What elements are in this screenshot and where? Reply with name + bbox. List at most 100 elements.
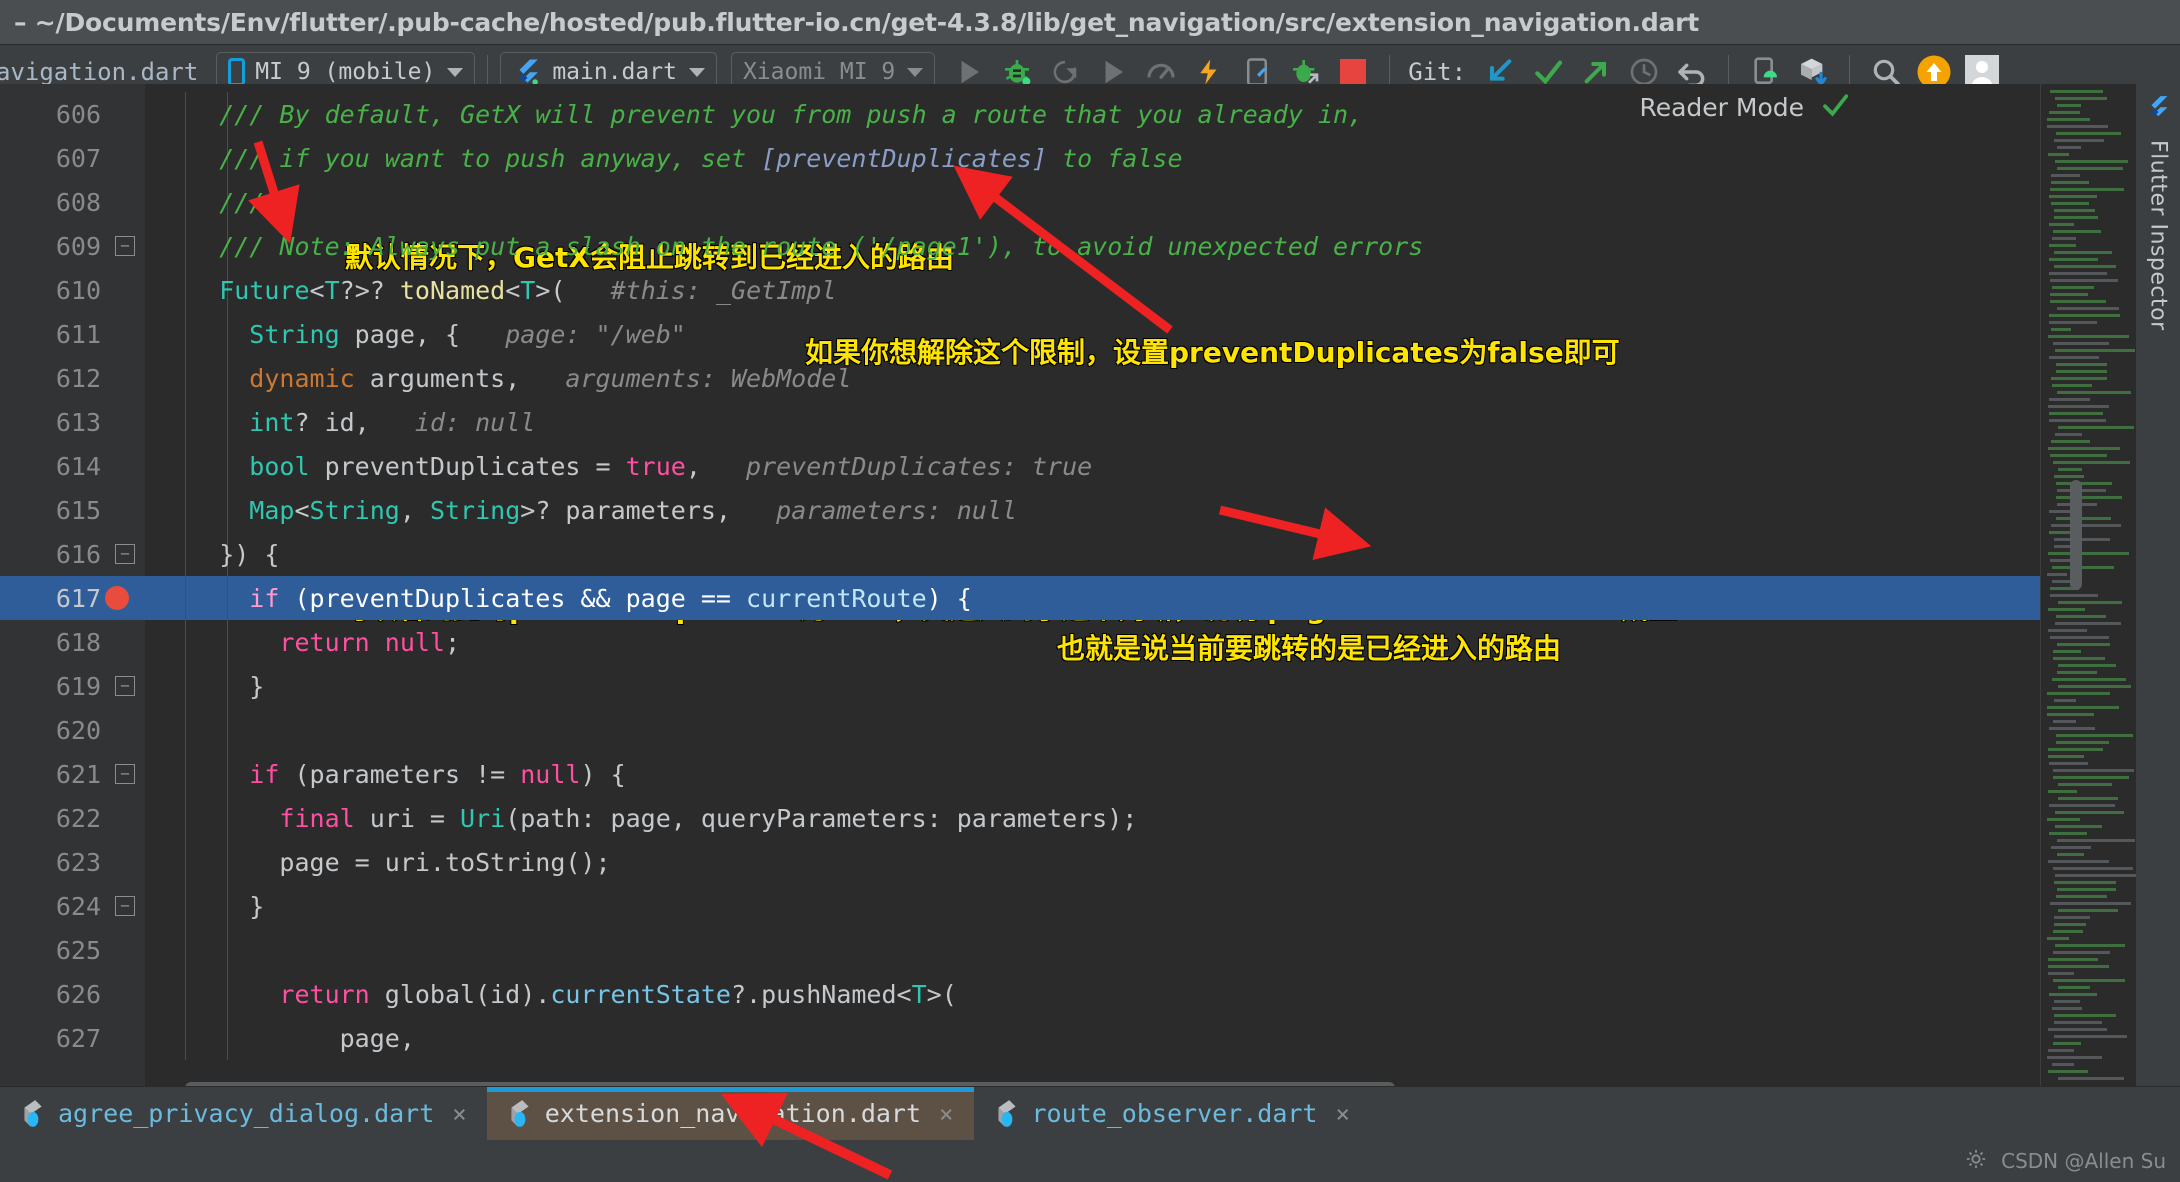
code-line[interactable] bbox=[145, 928, 2040, 972]
minimap-line bbox=[2054, 1021, 2102, 1024]
code-token: int bbox=[159, 408, 294, 437]
settings-gear-icon[interactable] bbox=[1965, 1148, 1987, 1174]
code-fold-toggle[interactable]: − bbox=[115, 544, 135, 564]
minimap-line bbox=[2051, 174, 2080, 177]
code-line[interactable]: /// Note: Always put a slash on the rout… bbox=[145, 224, 2040, 268]
line-number: 612 bbox=[56, 364, 101, 393]
code-token: arguments, bbox=[355, 364, 521, 393]
chevron-down-icon bbox=[907, 68, 923, 77]
code-line[interactable]: if (preventDuplicates && page == current… bbox=[145, 576, 2040, 620]
minimap-line bbox=[2053, 1042, 2081, 1045]
minimap-line bbox=[2053, 769, 2134, 772]
minimap-line bbox=[2047, 937, 2069, 940]
close-icon[interactable]: × bbox=[939, 1100, 953, 1128]
minimap-line bbox=[2057, 853, 2084, 856]
code-line[interactable] bbox=[145, 708, 2040, 752]
close-icon[interactable]: × bbox=[452, 1100, 466, 1128]
flutter-inspector-label[interactable]: Flutter Inspector bbox=[2146, 140, 2171, 331]
gutter-line[interactable]: 613 bbox=[0, 400, 145, 444]
code-line[interactable]: if (parameters != null) { bbox=[145, 752, 2040, 796]
editor-code-area[interactable]: Reader Mode 默认情况下，GetX会阻止跳转到已经进入的路由如果你想解… bbox=[145, 84, 2040, 1096]
gutter-line[interactable]: 612 bbox=[0, 356, 145, 400]
editor-tab[interactable]: agree_privacy_dialog.dart × bbox=[0, 1087, 487, 1140]
gutter-line[interactable]: 622 bbox=[0, 796, 145, 840]
minimap-line bbox=[2047, 706, 2119, 709]
minimap-line bbox=[2052, 384, 2092, 387]
breakpoint-marker[interactable] bbox=[105, 586, 129, 610]
minimap-line bbox=[2049, 244, 2076, 247]
code-line[interactable]: Future<T?>? toNamed<T>( #this: _GetImpl bbox=[145, 268, 2040, 312]
minimap-line bbox=[2049, 223, 2074, 226]
gutter-line[interactable]: 615 bbox=[0, 488, 145, 532]
code-line[interactable]: page, bbox=[145, 1016, 2040, 1060]
editor-tab[interactable]: route_observer.dart× bbox=[974, 1087, 1370, 1140]
gutter-line[interactable]: 614 bbox=[0, 444, 145, 488]
code-editor[interactable]: 606607608609−610611612613614615616−61761… bbox=[0, 84, 2180, 1096]
code-line[interactable]: } bbox=[145, 884, 2040, 928]
code-line[interactable]: } bbox=[145, 664, 2040, 708]
gutter-line[interactable]: 607 bbox=[0, 136, 145, 180]
code-line[interactable]: dynamic arguments, arguments: WebModel bbox=[145, 356, 2040, 400]
gutter-line[interactable]: 617 bbox=[0, 576, 145, 620]
editor-tab[interactable]: extension_navigation.dart× bbox=[487, 1087, 974, 1140]
gutter-line[interactable]: 606 bbox=[0, 92, 145, 136]
editor-tab-label: agree_privacy_dialog.dart bbox=[58, 1099, 434, 1128]
code-fold-toggle[interactable]: − bbox=[115, 764, 135, 784]
gutter-line[interactable]: 611 bbox=[0, 312, 145, 356]
minimap-line bbox=[2048, 405, 2109, 408]
gutter-line[interactable]: 625 bbox=[0, 928, 145, 972]
gutter-line[interactable]: 618 bbox=[0, 620, 145, 664]
code-line[interactable]: /// if you want to push anyway, set [pre… bbox=[145, 136, 2040, 180]
editor-minimap[interactable] bbox=[2040, 84, 2136, 1096]
minimap-line bbox=[2056, 370, 2107, 373]
gutter-line[interactable]: 610 bbox=[0, 268, 145, 312]
minimap-line bbox=[2047, 818, 2080, 821]
gutter-line[interactable]: 626 bbox=[0, 972, 145, 1016]
minimap-line bbox=[2053, 461, 2130, 464]
code-line[interactable]: return global(id).currentState?.pushName… bbox=[145, 972, 2040, 1016]
gutter-line[interactable]: 620 bbox=[0, 708, 145, 752]
code-line[interactable]: final uri = Uri(path: page, queryParamet… bbox=[145, 796, 2040, 840]
code-line[interactable]: String page, { page: "/web" bbox=[145, 312, 2040, 356]
line-number: 622 bbox=[56, 804, 101, 833]
gutter-line[interactable]: 623 bbox=[0, 840, 145, 884]
flutter-inspector-icon[interactable] bbox=[2145, 94, 2171, 124]
code-token: toNamed bbox=[400, 276, 505, 305]
minimap-line bbox=[2055, 874, 2136, 877]
gutter-line[interactable]: 621− bbox=[0, 752, 145, 796]
code-line[interactable]: Map<String, String>? parameters, paramet… bbox=[145, 488, 2040, 532]
code-token: if bbox=[159, 584, 279, 613]
window-title-bar: – ~/Documents/Env/flutter/.pub-cache/hos… bbox=[0, 0, 2180, 45]
code-line[interactable]: page = uri.toString(); bbox=[145, 840, 2040, 884]
gutter-line[interactable]: 619− bbox=[0, 664, 145, 708]
code-token: /// By default, GetX will prevent you fr… bbox=[159, 100, 1363, 129]
code-fold-toggle[interactable]: − bbox=[115, 896, 135, 916]
right-tool-rail[interactable]: Flutter Inspector bbox=[2136, 84, 2180, 1096]
gutter-line[interactable]: 627 bbox=[0, 1016, 145, 1060]
gutter-line[interactable]: 616− bbox=[0, 532, 145, 576]
minimap-line bbox=[2052, 286, 2094, 289]
line-number: 608 bbox=[56, 188, 101, 217]
code-fold-toggle[interactable]: − bbox=[115, 236, 135, 256]
code-text: return null; bbox=[159, 628, 460, 657]
minimap-line bbox=[2054, 1035, 2127, 1038]
gutter-line[interactable]: 608 bbox=[0, 180, 145, 224]
code-line[interactable]: /// bbox=[145, 180, 2040, 224]
close-icon[interactable]: × bbox=[1335, 1100, 1349, 1128]
code-line[interactable]: return null; bbox=[145, 620, 2040, 664]
code-fold-toggle[interactable]: − bbox=[115, 676, 135, 696]
minimap-line bbox=[2054, 251, 2112, 254]
minimap-line bbox=[2058, 468, 2082, 471]
code-line[interactable]: bool preventDuplicates = true, preventDu… bbox=[145, 444, 2040, 488]
gutter-line[interactable]: 624− bbox=[0, 884, 145, 928]
minimap-line bbox=[2049, 419, 2106, 422]
reader-mode-banner[interactable]: Reader Mode bbox=[1639, 90, 1850, 124]
code-token: return bbox=[159, 980, 370, 1009]
editor-gutter[interactable]: 606607608609−610611612613614615616−61761… bbox=[0, 84, 145, 1096]
code-token: parameters: null bbox=[731, 496, 1017, 525]
code-line[interactable]: }) { bbox=[145, 532, 2040, 576]
gutter-line[interactable]: 609− bbox=[0, 224, 145, 268]
editor-vertical-scrollbar[interactable] bbox=[2070, 480, 2082, 590]
code-line[interactable]: int? id, id: null bbox=[145, 400, 2040, 444]
reader-mode-check-icon[interactable] bbox=[1820, 90, 1850, 124]
